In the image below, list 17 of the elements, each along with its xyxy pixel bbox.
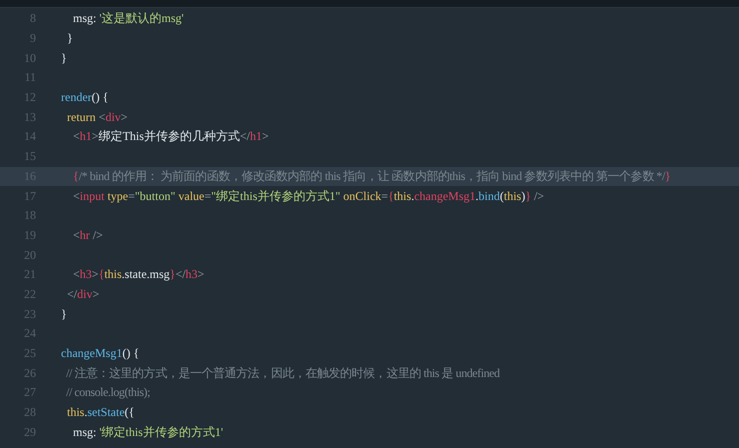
code-line: return <div> [66,110,128,125]
code-line: </div> [66,286,100,302]
code-line: <h1>绑定This并传参的几种方式</h1> [72,128,269,146]
code-line: <input type="button" value="绑定this并传参的方式1" onClick={this.changeMsg1.bind(this)} /> [72,188,544,205]
code-line: } [61,306,67,322]
code-line: this.setState({ [66,405,134,420]
code-line: render() { [61,90,108,106]
code-line: msg: '绑定this并传参的方式1' [72,424,224,441]
code-line: // console.log(this); [65,385,150,400]
code-line: // 注意：这里的方式，是一个普通方法，因此，在触发的时候，这里的 this 是 undefined [65,364,500,382]
code-line: changeMsg1() { [61,346,140,362]
code-line: } [66,31,73,46]
code-line: <hr /> [72,228,103,243]
code-line: {/* bind 的作用： 为前面的函数，修改函数内部的 this 指向，让 函数内部的this，指向 bind 参数列表中的 第一个参数 */} [72,168,671,185]
code-line: msg: '这是默认的msg' [72,10,184,28]
code-line: } [61,50,67,66]
code-line: <h3>{this.state.msg}</h3> [72,267,204,282]
